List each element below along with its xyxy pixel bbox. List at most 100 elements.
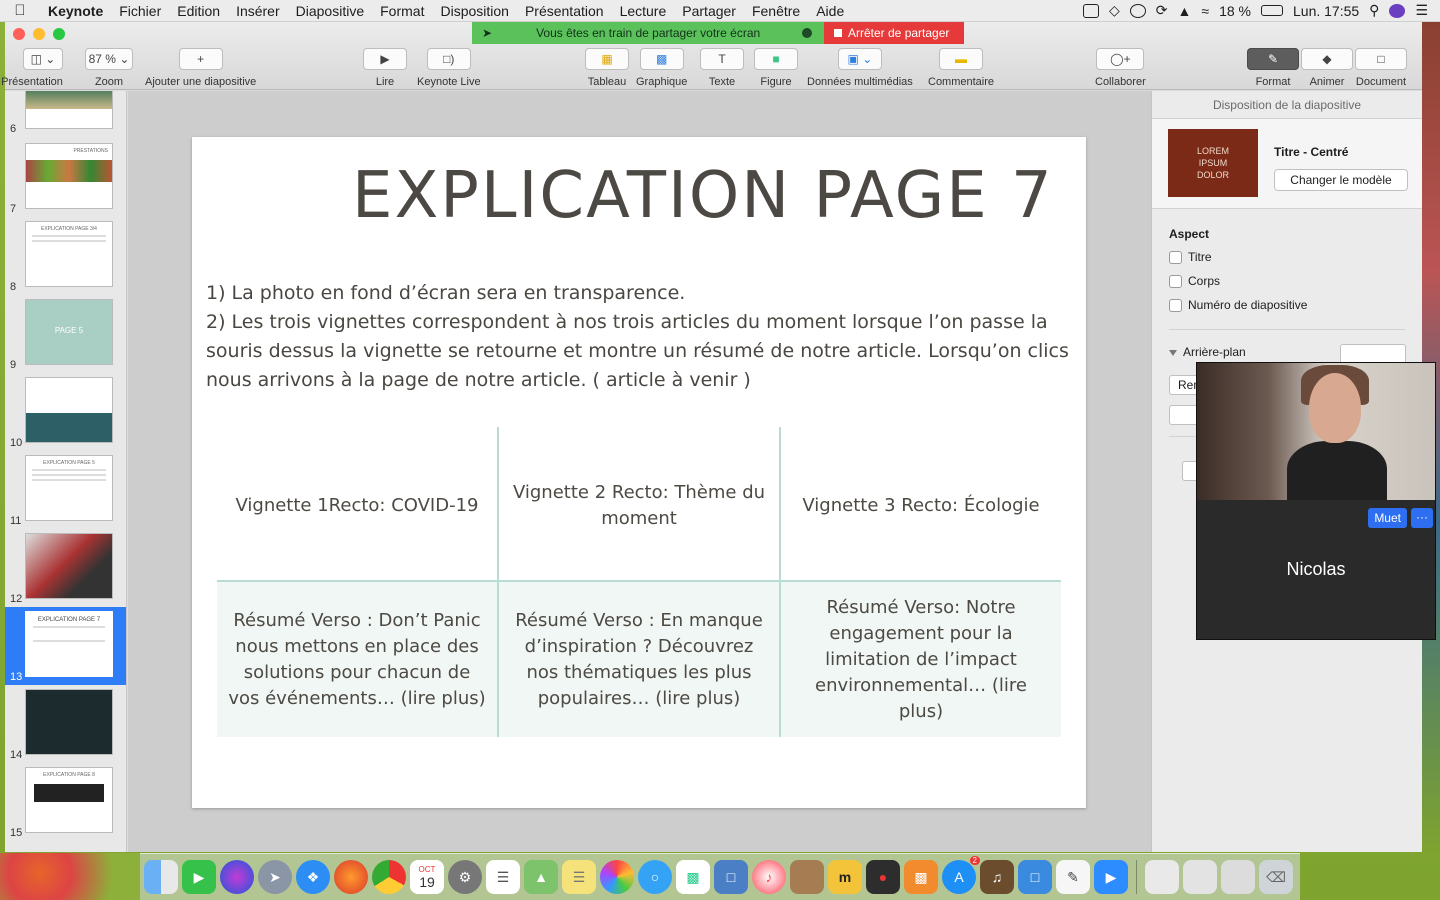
siri-icon[interactable] [220,860,254,894]
menu-diapositive[interactable]: Diapositive [288,3,372,19]
preview-icon[interactable]: □ [714,860,748,894]
facetime-icon[interactable]: ▶ [182,860,216,894]
comment-button[interactable]: ▬ Commentaire [928,48,994,88]
master-thumbnail[interactable]: LOREM IPSUM DOLOR [1168,129,1258,197]
menu-disposition[interactable]: Disposition [432,3,516,19]
recto-cell-1[interactable]: Vignette 1Recto: COVID-19 [217,427,499,580]
verso-cell-3[interactable]: Résumé Verso: Notre engagement pour la l… [781,582,1061,737]
play-button[interactable]: ▶ Lire [363,48,407,88]
shape-button[interactable]: ■ Figure [754,48,798,88]
close-window-button[interactable] [13,28,25,40]
wifi-icon[interactable]: ≈ [1201,3,1209,19]
body-checkbox[interactable] [1169,274,1182,288]
notes-icon[interactable]: ☰ [562,860,596,894]
screenshots-stack-icon[interactable] [1221,860,1255,894]
verso-cell-1[interactable]: Résumé Verso : Don’t Panic nous mettons … [217,582,499,737]
collaborate-button[interactable]: ◯+ Collaborer [1095,48,1146,88]
sync-icon[interactable]: ⟳ [1156,2,1168,19]
fullscreen-window-button[interactable] [53,28,65,40]
title-checkbox[interactable] [1169,250,1182,264]
slide-thumb-9[interactable]: PAGE 5 9 [5,295,126,373]
slide-thumb-15[interactable]: EXPLICATION PAGE 8 15 [5,763,126,841]
finder-icon[interactable] [144,860,178,894]
keynote-icon[interactable]: □ [1018,860,1052,894]
slide-body-text[interactable]: 1) La photo en fond d’écran sera en tran… [206,279,1074,395]
background-toggle[interactable]: Arrière-plan [1169,345,1246,359]
table-button[interactable]: ▦ Tableau [585,48,629,88]
recto-cell-2[interactable]: Vignette 2 Recto: Thème du moment [499,427,781,580]
slide-thumb-13[interactable]: EXPLICATION PAGE 7 13 [5,607,126,685]
calendar-icon[interactable]: OCT 19 [410,860,444,894]
airplay-icon[interactable]: ▲ [1178,3,1192,19]
title-checkbox-row[interactable]: Titre [1169,245,1307,269]
menu-edition[interactable]: Edition [169,3,228,19]
spotlight-search-icon[interactable]: ⚲ [1369,2,1379,19]
chart-button[interactable]: ▩ Graphique [636,48,687,88]
verso-cell-2[interactable]: Résumé Verso : En manque d’inspiration ?… [499,582,781,737]
status-face-icon[interactable] [1129,3,1146,18]
clock[interactable]: Lun. 17:55 [1293,3,1359,19]
numbers-icon[interactable]: ▩ [676,860,710,894]
slide-thumb-14[interactable]: 14 [5,685,126,763]
document-button[interactable]: □ Document [1355,48,1407,88]
slide-thumb-6[interactable]: 6 [5,91,126,137]
mindnode-icon[interactable]: m [828,860,862,894]
change-master-button[interactable]: Changer le modèle [1274,169,1408,191]
menu-inserer[interactable]: Insérer [228,3,288,19]
more-options-button[interactable]: ··· [1411,508,1433,528]
mute-button[interactable]: Muet [1368,508,1407,528]
messages-icon[interactable]: ○ [638,860,672,894]
notefile-icon[interactable] [790,860,824,894]
slide-thumb-7[interactable]: PRESTATIONS 7 [5,139,126,217]
music-icon[interactable]: ♪ [752,860,786,894]
control-center-icon[interactable]: ☰ [1415,2,1428,19]
garageband-icon[interactable]: ♫ [980,860,1014,894]
launchpad-icon[interactable]: ➤ [258,860,292,894]
downloads-stack-icon[interactable] [1183,860,1217,894]
slide-thumb-11[interactable]: EXPLICATION PAGE 5 11 [5,451,126,529]
view-button[interactable]: ◫ ⌄ Présentation [1,48,63,88]
current-slide[interactable]: EXPLICATION PAGE 7 1) La photo en fond d… [192,137,1086,808]
media-button[interactable]: ▣ ⌄ Données multimédias [807,48,913,88]
trash-icon[interactable]: ⌫ [1259,860,1293,894]
app-store-icon[interactable]: A2 [942,856,980,894]
minimize-window-button[interactable] [33,28,45,40]
video-call-window[interactable]: Muet ··· Nicolas [1196,362,1436,640]
chrome-icon[interactable] [372,860,406,894]
slide-number-checkbox-row[interactable]: Numéro de diapositive [1169,293,1307,317]
slide-thumb-12[interactable]: 12 [5,529,126,607]
slide-title[interactable]: EXPLICATION PAGE 7 [352,159,1054,233]
keynote-live-button[interactable]: □) Keynote Live [417,48,481,88]
safari-icon[interactable]: ❖ [296,860,330,894]
recto-cell-3[interactable]: Vignette 3 Recto: Écologie [781,427,1061,580]
menu-app[interactable]: Keynote [40,3,111,19]
add-slide-button[interactable]: + Ajouter une diapositive [145,48,256,88]
stop-sharing-button[interactable]: Arrêter de partager [824,22,964,44]
joystick-app-icon[interactable]: ● [866,860,900,894]
body-checkbox-row[interactable]: Corps [1169,269,1307,293]
maps-icon[interactable]: ▲ [524,860,558,894]
menu-fenetre[interactable]: Fenêtre [744,3,808,19]
slide-thumb-8[interactable]: EXPLICATION PAGE 3/4 8 [5,217,126,295]
battery-percent[interactable]: 18 % [1219,3,1251,19]
slide-thumb-10[interactable]: 10 [5,373,126,451]
menu-presentation[interactable]: Présentation [517,3,612,19]
background-color-well[interactable] [1340,344,1406,364]
system-preferences-icon[interactable]: ⚙ [448,860,482,894]
books-icon[interactable]: ▩ [904,860,938,894]
menu-aide[interactable]: Aide [808,3,852,19]
apple-menu-icon[interactable]:  [0,2,40,19]
text-button[interactable]: T Texte [700,48,744,88]
firefox-icon[interactable] [334,860,368,894]
pages-icon[interactable]: ✎ [1056,860,1090,894]
menu-fichier[interactable]: Fichier [111,3,169,19]
screen-recording-icon[interactable] [1083,3,1100,18]
battery-icon[interactable] [1261,5,1283,16]
menu-partager[interactable]: Partager [674,3,744,19]
photos-icon[interactable] [600,860,634,894]
format-button[interactable]: ✎ Format [1247,48,1299,88]
zoom-select[interactable]: 87 % ⌄ Zoom [85,48,133,88]
reminders-icon[interactable]: ☰ [486,860,520,894]
slide-number-checkbox[interactable] [1169,298,1182,312]
animate-button[interactable]: ◆ Animer [1301,48,1353,88]
